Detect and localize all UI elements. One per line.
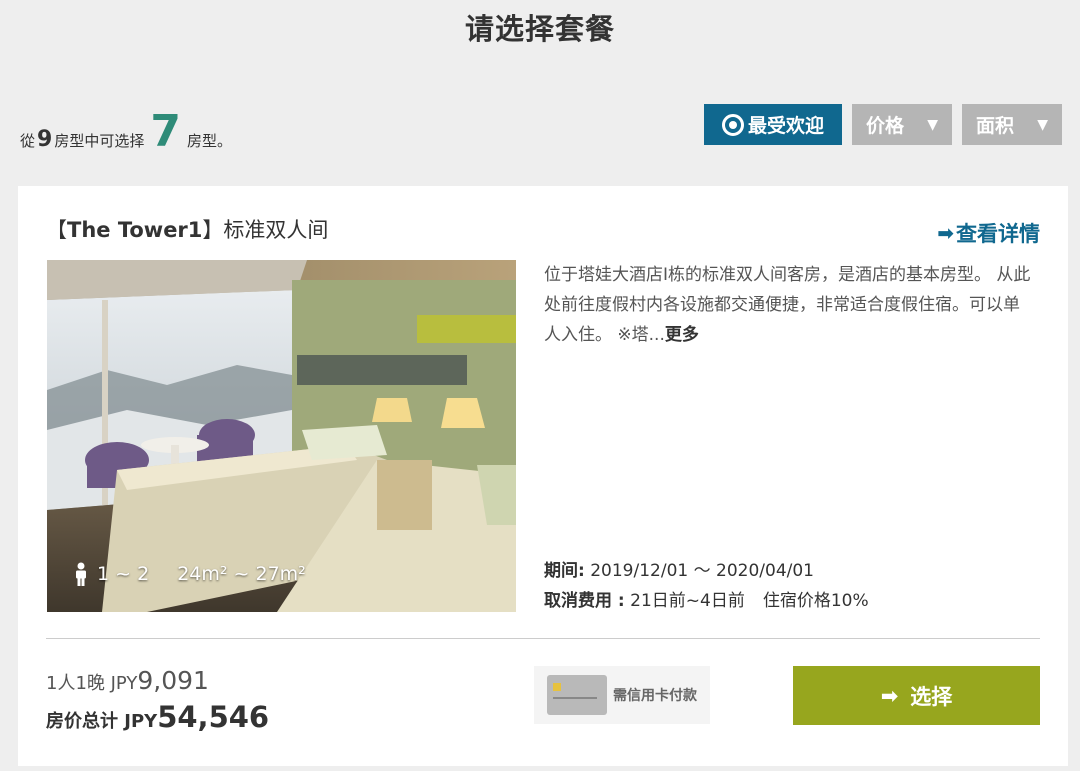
total-value: 54,546 bbox=[157, 700, 270, 734]
room-description: 位于塔娃大酒店Ⅰ栋的标准双人间客房，是酒店的基本房型。 从此处前往度假村内各设施… bbox=[544, 260, 1034, 350]
room-name-bracket-open: 【 bbox=[46, 218, 67, 242]
divider bbox=[46, 638, 1040, 639]
price-total: 房价总计 JPY54,546 bbox=[46, 700, 269, 734]
credit-card-icon bbox=[547, 675, 607, 715]
room-count-summary: 從 9 房型中可选择 7 房型。 bbox=[20, 110, 232, 156]
room-plan-card: 【The Tower1】标准双人间 ➡ 查看详情 1 ~ 2 24m² ~ 27… bbox=[18, 186, 1068, 766]
target-icon bbox=[721, 113, 744, 136]
sort-price-label: 价格 bbox=[866, 115, 905, 137]
cancellation-fee: 取消费用 : 21日前~4日前 住宿价格10% bbox=[544, 586, 869, 611]
area-text: 24m² ~ 27m² bbox=[177, 563, 306, 585]
total-label: 房价总计 JPY bbox=[46, 711, 158, 732]
cancel-label: 取消费用 : bbox=[544, 591, 625, 611]
more-link[interactable]: 更多 bbox=[665, 325, 699, 345]
sort-area-label: 面积 bbox=[976, 115, 1015, 137]
period-value: 2019/12/01 ～ 2020/04/01 bbox=[584, 561, 814, 581]
chevron-down-icon: ▼ bbox=[927, 116, 938, 133]
summary-middle: 房型中可选择 bbox=[54, 132, 145, 150]
summary-prefix: 從 bbox=[20, 132, 36, 150]
room-photo[interactable]: 1 ~ 2 24m² ~ 27m² bbox=[47, 260, 516, 612]
plan-period: 期间: 2019/12/01 ～ 2020/04/01 bbox=[544, 556, 814, 581]
sort-popular-label: 最受欢迎 bbox=[747, 115, 824, 137]
per-night-value: 9,091 bbox=[137, 666, 209, 695]
credit-card-text: 需信用卡付款 bbox=[613, 688, 697, 704]
period-label: 期间: bbox=[544, 561, 585, 581]
view-details-label: 查看详情 bbox=[956, 222, 1040, 246]
sort-bar: 最受欢迎 价格 ▼ 面积 ▼ bbox=[704, 104, 1062, 145]
credit-card-required-badge: 需信用卡付款 bbox=[534, 666, 710, 724]
arrow-right-icon: ➡ bbox=[880, 683, 899, 708]
total-room-types: 9 bbox=[37, 127, 53, 152]
room-name: 【The Tower1】标准双人间 bbox=[46, 214, 328, 244]
description-text: 位于塔娃大酒店Ⅰ栋的标准双人间客房，是酒店的基本房型。 从此处前往度假村内各设施… bbox=[544, 265, 1031, 345]
per-night-label: 1人1晚 JPY bbox=[46, 673, 138, 694]
person-icon bbox=[76, 562, 86, 586]
view-details-link[interactable]: ➡ 查看详情 bbox=[937, 218, 1040, 248]
room-capacity-area: 1 ~ 2 24m² ~ 27m² bbox=[73, 562, 306, 586]
room-photo-image bbox=[47, 260, 516, 612]
select-label: 选择 bbox=[910, 684, 953, 709]
room-name-type: 】标准双人间 bbox=[202, 218, 329, 242]
sort-popular-button[interactable]: 最受欢迎 bbox=[704, 104, 842, 145]
arrow-right-icon: ➡ bbox=[937, 221, 954, 245]
page-title: 请选择套餐 bbox=[464, 12, 615, 46]
room-name-tower: The Tower1 bbox=[67, 218, 203, 242]
sort-area-button[interactable]: 面积 ▼ bbox=[962, 104, 1062, 145]
available-room-types: 7 bbox=[150, 106, 181, 157]
cancel-rate: 住宿价格10% bbox=[762, 591, 869, 611]
cancel-days: 21日前~4日前 bbox=[624, 591, 745, 611]
capacity-text: 1 ~ 2 bbox=[97, 563, 150, 585]
summary-suffix: 房型。 bbox=[186, 132, 232, 150]
chevron-down-icon: ▼ bbox=[1037, 116, 1048, 133]
price-per-night: 1人1晚 JPY9,091 bbox=[46, 666, 209, 695]
select-button[interactable]: ➡ 选择 bbox=[793, 666, 1040, 725]
sort-price-button[interactable]: 价格 ▼ bbox=[852, 104, 952, 145]
